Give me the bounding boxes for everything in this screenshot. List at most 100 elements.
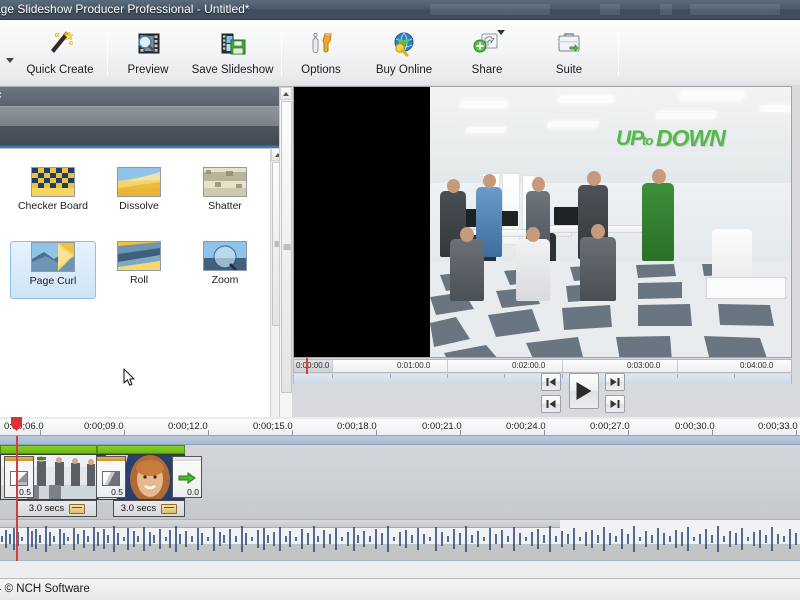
ruler-label: 0:00;33.0	[758, 421, 798, 432]
step-back-button[interactable]	[541, 373, 561, 391]
ruler-label: 0:00;18.0	[337, 421, 377, 432]
buy-online-button[interactable]: Buy Online	[368, 24, 440, 82]
transition-duration-value: 0.5	[19, 487, 31, 497]
scrub-tick-label: 0:03:00.0	[627, 361, 660, 370]
wipe-icon	[102, 471, 120, 486]
magic-wand-icon	[44, 29, 76, 59]
transition-label: Page Curl	[30, 275, 77, 287]
options-label: Options	[301, 64, 341, 76]
ruler-label: 0:00;09.0	[84, 421, 124, 432]
buy-online-label: Buy Online	[376, 64, 432, 76]
preview-button[interactable]: Preview	[115, 24, 181, 82]
checker-board-icon	[31, 167, 75, 197]
share-label: Share	[472, 64, 503, 76]
timeline-footer	[0, 561, 800, 578]
quick-create-label: Quick Create	[26, 64, 93, 76]
suite-button[interactable]: Suite	[540, 24, 598, 82]
audio-waveform	[0, 520, 800, 562]
page-curl-icon	[10, 471, 28, 486]
timeline-end-marker[interactable]: 0.0	[172, 456, 202, 498]
transition-label: Dissolve	[119, 200, 159, 212]
transitions-grid: Checker Board Dissolve	[0, 148, 270, 444]
logo-text-down: DOWN	[656, 125, 725, 152]
application-window: age Slideshow Producer Professional - Un…	[0, 0, 800, 600]
transition-duration-value: 0.5	[111, 487, 123, 497]
transition-item-roll[interactable]: Roll	[96, 241, 182, 299]
transition-item-shatter[interactable]: Shatter	[182, 167, 268, 225]
clip-transition-page-curl[interactable]: 0.5	[4, 456, 34, 498]
timeline-ruler[interactable]: 0:00;06.0 0:00;09.0 0:00;12.0 0:00;15.0 …	[0, 419, 800, 436]
transition-label: Checker Board	[18, 200, 88, 212]
options-icon	[305, 29, 337, 59]
main-toolbar: Quick Create Preview	[0, 20, 800, 87]
ruler-label: 0:00;21.0	[422, 421, 462, 432]
save-slideshow-icon	[217, 29, 249, 59]
skip-to-start-button[interactable]	[541, 395, 561, 413]
transitions-panel-header: c	[0, 87, 280, 106]
scrub-tick-label: 0:04:00.0	[740, 361, 773, 370]
preview-panel: UP to DOWN	[292, 85, 800, 417]
audio-track[interactable]	[0, 519, 800, 561]
chevron-down-icon[interactable]	[497, 30, 505, 35]
mouse-cursor	[123, 368, 135, 387]
clip-duration-label: 3.0 secs	[29, 503, 64, 514]
status-text: 4 © NCH Software	[0, 583, 90, 595]
transitions-panel: c	[0, 87, 292, 417]
transitions-panel-toolbar	[0, 106, 280, 126]
logo-text-to: to	[642, 133, 652, 148]
duration-chip-icon[interactable]	[69, 504, 85, 514]
page-curl-icon	[31, 242, 75, 272]
scrollbar-thumb[interactable]	[281, 101, 292, 393]
step-forward-button[interactable]	[605, 373, 625, 391]
clip-duration-box[interactable]: 3.0 secs	[113, 500, 185, 517]
options-button[interactable]: Options	[290, 24, 352, 82]
video-frame: UP to DOWN	[294, 87, 791, 357]
video-preview[interactable]: UP to DOWN	[293, 86, 792, 358]
chevron-down-icon[interactable]	[6, 58, 14, 63]
duration-chip-icon[interactable]	[161, 504, 177, 514]
shatter-icon	[203, 167, 247, 197]
scrub-tick-label: 0:02:00.0	[512, 361, 545, 370]
timeline-panel: 0:00;06.0 0:00;09.0 0:00;12.0 0:00;15.0 …	[0, 417, 800, 578]
transition-item-checker-board[interactable]: Checker Board	[10, 167, 96, 225]
video-track[interactable]: 3.0 secs	[0, 445, 800, 519]
timeline-playhead[interactable]	[16, 436, 18, 561]
transition-item-zoom[interactable]: Zoom	[182, 241, 268, 299]
ruler-label: 0:00;06.0	[4, 421, 44, 432]
quick-create-button[interactable]: Quick Create	[20, 24, 100, 82]
status-bar: 4 © NCH Software	[0, 578, 800, 600]
ruler-label: 0:00;30.0	[675, 421, 715, 432]
green-arrow-icon	[178, 471, 196, 486]
scrub-tick-label: 0:00:00.0	[296, 361, 329, 370]
ruler-label: 0:00;24.0	[506, 421, 546, 432]
clip-duration-label: 3.0 secs	[121, 503, 156, 514]
transition-label: Roll	[130, 274, 148, 286]
end-marker-value: 0.0	[187, 487, 199, 497]
preview-label: Preview	[128, 64, 169, 76]
zoom-icon	[203, 241, 247, 271]
skip-to-end-button[interactable]	[605, 395, 625, 413]
transitions-panel-header-text: c	[0, 89, 2, 101]
dissolve-icon	[117, 167, 161, 197]
clip-transition-wipe[interactable]: 0.5	[96, 456, 126, 498]
scroll-up-arrow-icon[interactable]	[280, 87, 292, 100]
clip-bar[interactable]	[97, 445, 185, 454]
preview-scrubber[interactable]: 0:00:00.0 0:01:00.0 0:02:00.0 0:03:00.0 …	[293, 359, 792, 373]
roll-icon	[117, 241, 161, 271]
transitions-panel-subheader	[0, 126, 280, 145]
play-button[interactable]	[569, 373, 599, 409]
panel-scrollbar[interactable]	[279, 87, 292, 417]
share-icon	[471, 29, 503, 59]
transition-item-dissolve[interactable]: Dissolve	[96, 167, 182, 225]
preview-film-icon	[132, 29, 164, 59]
clip-duration-box[interactable]: 3.0 secs	[17, 500, 97, 517]
ruler-label: 0:00;27.0	[590, 421, 630, 432]
transition-item-page-curl[interactable]: Page Curl	[10, 241, 96, 299]
ruler-label: 0:00;12.0	[168, 421, 208, 432]
suite-icon	[553, 29, 585, 59]
clip-bar[interactable]	[0, 445, 97, 454]
save-slideshow-button[interactable]: Save Slideshow	[185, 24, 280, 82]
title-bar: age Slideshow Producer Professional - Un…	[0, 0, 800, 20]
share-button[interactable]: Share	[458, 24, 516, 82]
timeline-band	[0, 436, 800, 445]
